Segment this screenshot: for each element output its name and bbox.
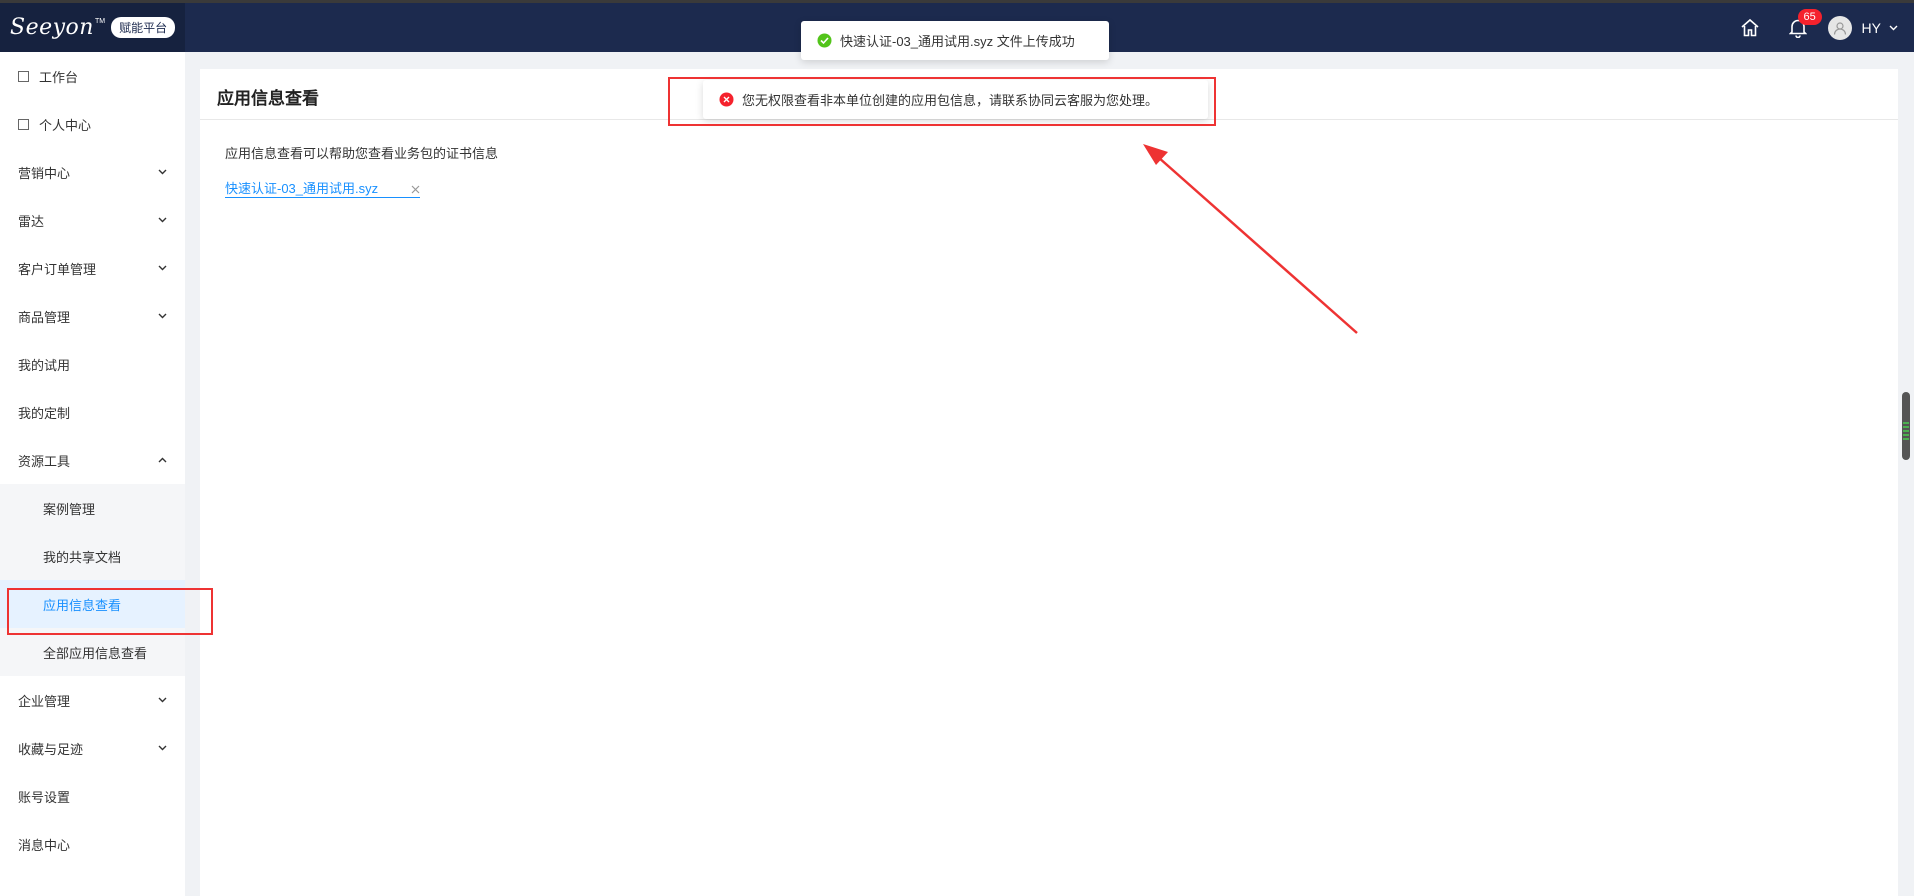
sidebar-item-label: 个人中心 [39, 117, 92, 133]
page-title: 应用信息查看 [217, 89, 319, 108]
home-button[interactable] [1726, 3, 1774, 52]
sidebar-item-account-settings[interactable]: 账号设置 [0, 772, 185, 820]
close-icon [411, 185, 420, 194]
upload-success-toast: 快速认证-03_通用试用.syz 文件上传成功 [801, 21, 1109, 60]
check-circle-icon [817, 33, 832, 48]
annotation-box-error [668, 77, 1216, 126]
annotation-box-sidebar [7, 588, 213, 635]
sidebar-item-workbench[interactable]: 工作台 [0, 52, 185, 100]
scrollbar-grip [1903, 426, 1909, 428]
sidebar-item-label: 我的共享文档 [43, 549, 122, 565]
logo-text: Seeyon [10, 15, 94, 40]
page-description: 应用信息查看可以帮助您查看业务包的证书信息 [225, 146, 499, 161]
chevron-down-icon [158, 313, 167, 319]
chevron-up-icon [158, 457, 167, 463]
home-icon [1741, 18, 1759, 36]
sidebar-item-label: 客户订单管理 [18, 261, 97, 277]
scrollbar-grip [1903, 430, 1909, 432]
user-menu[interactable]: HY [1822, 3, 1914, 52]
sidebar-item-label: 营销中心 [18, 165, 71, 181]
sidebar-item-label: 工作台 [39, 69, 79, 85]
sidebar-item-label: 我的试用 [18, 357, 71, 373]
sidebar-item-my-customizations[interactable]: 我的定制 [0, 388, 185, 436]
sidebar-item-label: 收藏与足迹 [18, 741, 84, 757]
sidebar-item-resource-tools[interactable]: 资源工具 [0, 436, 185, 484]
logo-trademark: TM [94, 18, 106, 25]
sidebar-item-case-management[interactable]: 案例管理 [0, 484, 185, 532]
sidebar-item-label: 商品管理 [18, 309, 71, 325]
toast-message: 快速认证-03_通用试用.syz 文件上传成功 [840, 34, 1075, 49]
sidebar-item-label: 企业管理 [18, 693, 71, 709]
header-actions: 65 HY [1726, 3, 1914, 52]
user-icon [1833, 21, 1846, 35]
scrollbar-grip [1903, 434, 1909, 436]
sidebar-item-customer-orders[interactable]: 客户订单管理 [0, 244, 185, 292]
chevron-down-icon [158, 745, 167, 751]
sidebar-item-message-center[interactable]: 消息中心 [0, 820, 185, 868]
sidebar-item-favorites[interactable]: 收藏与足迹 [0, 724, 185, 772]
username: HY [1861, 19, 1881, 36]
sidebar-item-label: 雷达 [18, 213, 45, 229]
sidebar-item-label: 消息中心 [18, 837, 71, 853]
platform-badge: 赋能平台 [111, 17, 176, 38]
square-icon [18, 70, 29, 82]
sidebar-item-shared-docs[interactable]: 我的共享文档 [0, 532, 185, 580]
chevron-down-icon [158, 697, 167, 703]
sidebar-item-label: 资源工具 [18, 453, 71, 469]
sidebar-item-all-app-info[interactable]: 全部应用信息查看 [0, 628, 185, 676]
chevron-down-icon [1889, 25, 1898, 30]
sidebar-item-enterprise[interactable]: 企业管理 [0, 676, 185, 724]
chevron-down-icon [158, 217, 167, 223]
uploaded-file-item[interactable]: 快速认证-03_通用试用.syz [225, 178, 420, 198]
sidebar-item-label: 账号设置 [18, 789, 71, 805]
scrollbar[interactable] [1902, 392, 1910, 460]
scrollbar-grip [1903, 422, 1909, 424]
uploaded-file-name[interactable]: 快速认证-03_通用试用.syz [225, 178, 378, 197]
sidebar-item-label: 案例管理 [43, 501, 96, 517]
sidebar-item-my-trials[interactable]: 我的试用 [0, 340, 185, 388]
sidebar: 工作台 个人中心 营销中心 雷达 客户订单管理 商品管理 我的试用 我的定制 资… [0, 52, 185, 896]
scrollbar-grip [1903, 438, 1909, 440]
main-content: 应用信息查看 应用信息查看可以帮助您查看业务包的证书信息 快速认证-03_通用试… [200, 69, 1898, 896]
notification-count-badge: 65 [1797, 9, 1822, 25]
chevron-down-icon [158, 265, 167, 271]
remove-file-button[interactable] [411, 181, 420, 197]
sidebar-item-label: 我的定制 [18, 405, 71, 421]
sidebar-item-products[interactable]: 商品管理 [0, 292, 185, 340]
chevron-down-icon [158, 169, 167, 175]
sidebar-item-label: 全部应用信息查看 [43, 645, 148, 661]
sidebar-item-marketing[interactable]: 营销中心 [0, 148, 185, 196]
sidebar-item-radar[interactable]: 雷达 [0, 196, 185, 244]
sidebar-item-personal-center[interactable]: 个人中心 [0, 100, 185, 148]
square-icon [18, 118, 29, 130]
avatar [1827, 15, 1852, 40]
logo[interactable]: Seeyon TM 赋能平台 [0, 3, 185, 52]
notifications-button[interactable]: 65 [1774, 3, 1822, 52]
